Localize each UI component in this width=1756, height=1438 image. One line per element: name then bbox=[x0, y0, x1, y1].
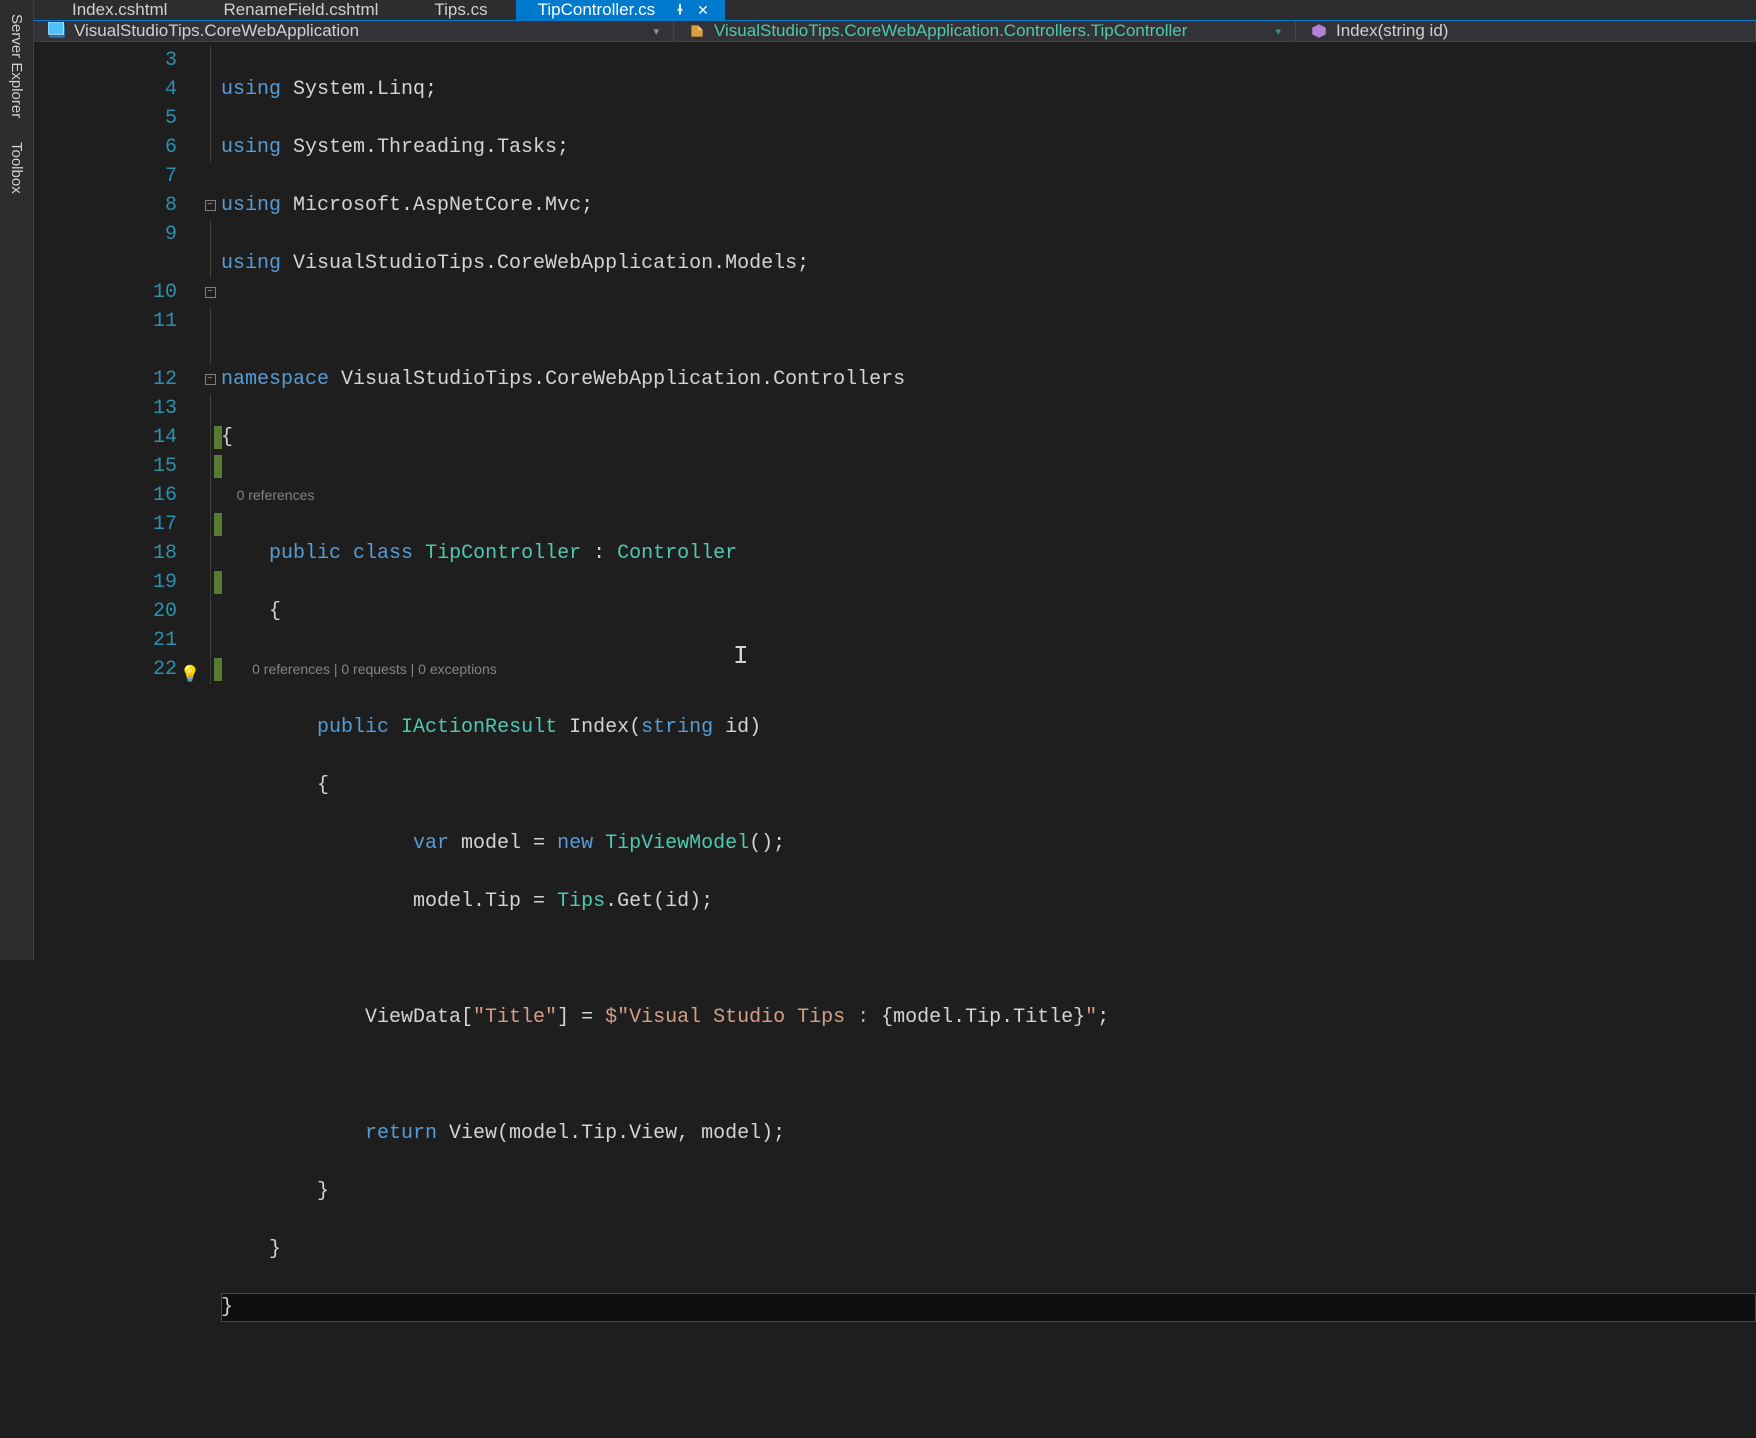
code-surface[interactable]: using System.Linq; using System.Threadin… bbox=[221, 42, 1756, 1438]
csharp-project-icon bbox=[48, 22, 66, 40]
side-tab-toolbox[interactable]: Toolbox bbox=[6, 136, 27, 200]
navigation-bar: VisualStudioTips.CoreWebApplication ▾ Vi… bbox=[34, 21, 1756, 42]
method-icon bbox=[1310, 22, 1328, 40]
side-tab-server-explorer[interactable]: Server Explorer bbox=[6, 8, 27, 124]
tab-tips-cs[interactable]: Tips.cs bbox=[406, 0, 515, 20]
tab-label: TipController.cs bbox=[538, 0, 655, 20]
lightbulb-icon[interactable]: 💡 bbox=[180, 661, 200, 690]
tab-tipcontroller-cs[interactable]: TipController.cs ✕ bbox=[516, 0, 725, 20]
pin-tab-icon[interactable] bbox=[673, 2, 687, 19]
fold-toggle-icon[interactable]: − bbox=[205, 287, 216, 298]
fold-toggle-icon[interactable]: − bbox=[205, 200, 216, 211]
chevron-down-icon: ▾ bbox=[1275, 25, 1281, 38]
nav-type-dropdown[interactable]: VisualStudioTips.CoreWebApplication.Cont… bbox=[674, 21, 1296, 41]
nav-project-label: VisualStudioTips.CoreWebApplication bbox=[74, 21, 359, 41]
tab-renamefield-cshtml[interactable]: RenameField.cshtml bbox=[195, 0, 406, 20]
nav-project-dropdown[interactable]: VisualStudioTips.CoreWebApplication ▾ bbox=[34, 21, 674, 41]
fold-toggle-icon[interactable]: − bbox=[205, 374, 216, 385]
chevron-down-icon: ▾ bbox=[653, 25, 659, 38]
side-rail: Server Explorer Toolbox bbox=[0, 0, 34, 960]
outlining-margin[interactable]: − − − bbox=[199, 42, 221, 1438]
main-area: Index.cshtml RenameField.cshtml Tips.cs … bbox=[34, 0, 1756, 960]
codelens-method[interactable]: 0 references | 0 requests | 0 exceptions bbox=[252, 661, 497, 677]
close-tab-icon[interactable]: ✕ bbox=[697, 2, 709, 19]
line-number-gutter: 3 4 5 6 7 8 9 . 10 11 . 12 13 14 15 16 1… bbox=[34, 42, 199, 1438]
code-editor[interactable]: 3 4 5 6 7 8 9 . 10 11 . 12 13 14 15 16 1… bbox=[34, 42, 1756, 1438]
nav-member-label: Index(string id) bbox=[1336, 21, 1448, 41]
class-icon bbox=[688, 22, 706, 40]
document-tab-bar: Index.cshtml RenameField.cshtml Tips.cs … bbox=[34, 0, 1756, 21]
nav-type-label: VisualStudioTips.CoreWebApplication.Cont… bbox=[714, 21, 1187, 41]
tab-index-cshtml[interactable]: Index.cshtml bbox=[44, 0, 195, 20]
nav-member-dropdown[interactable]: Index(string id) bbox=[1296, 21, 1756, 41]
codelens-class[interactable]: 0 references bbox=[237, 487, 315, 503]
